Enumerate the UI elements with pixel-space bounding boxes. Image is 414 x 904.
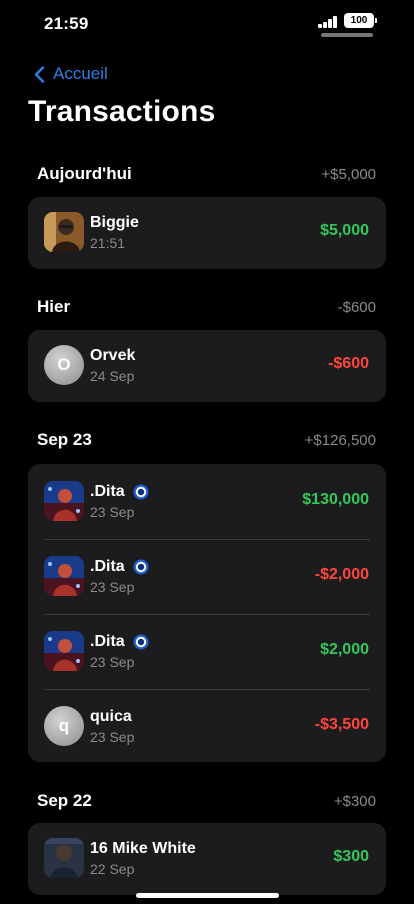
back-label: Accueil [53, 64, 108, 83]
transaction-row[interactable]: .Dita 23 Sep $2,000 [28, 614, 386, 689]
section-title: Hier [37, 297, 71, 316]
contact-name: 16 Mike White [90, 840, 196, 857]
transaction-date: 24 Sep [90, 368, 135, 384]
signal-icon [318, 16, 340, 28]
verified-badge-icon [133, 634, 149, 650]
transaction-row[interactable]: O Orvek 24 Sep -$600 [28, 328, 386, 403]
transaction-row[interactable]: Biggie 21:51 $5,000 [28, 195, 386, 270]
transaction-date: 23 Sep [90, 729, 135, 745]
contact-name: Orvek [90, 347, 136, 364]
section-total: +$126,500 [304, 431, 376, 449]
verified-badge-icon [133, 559, 149, 575]
name-line: .Dita [90, 633, 149, 651]
transaction-date: 21:51 [90, 235, 126, 251]
transaction-amount: $130,000 [302, 491, 369, 508]
contact-name: .Dita [90, 633, 125, 650]
page-title: Transactions [28, 95, 216, 128]
battery-tip [375, 18, 377, 23]
transaction-row[interactable]: .Dita 23 Sep $130,000 [28, 464, 386, 539]
avatar [44, 631, 84, 671]
transaction-row[interactable]: q quica 23 Sep -$3,500 [28, 689, 386, 764]
transaction-amount: -$3,500 [314, 716, 369, 733]
section-title: Aujourd'hui [37, 164, 132, 183]
transaction-card: 16 Mike White 22 Sep $300 [28, 823, 386, 895]
transaction-date: 23 Sep [90, 654, 135, 670]
transaction-date: 23 Sep [90, 504, 135, 520]
name-line: .Dita [90, 558, 149, 576]
transaction-row[interactable]: .Dita 23 Sep -$2,000 [28, 539, 386, 614]
avatar: O [44, 345, 84, 385]
name-line: Orvek [90, 347, 135, 365]
section-total: -$600 [337, 298, 376, 316]
name-line: 16 Mike White [90, 840, 196, 858]
transaction-card: Biggie 21:51 $5,000 [28, 197, 386, 269]
chevron-left-icon [34, 65, 45, 83]
status-bar: 21:59 100 [0, 0, 414, 44]
section-header: Sep 22 +$300 [37, 789, 376, 813]
contact-name: .Dita [90, 558, 125, 575]
avatar [44, 838, 84, 878]
home-indicator[interactable] [136, 893, 279, 898]
name-line: quica [90, 708, 132, 726]
transaction-amount: $2,000 [320, 641, 369, 658]
verified-badge-icon [133, 484, 149, 500]
contact-name: quica [90, 708, 132, 725]
name-line: Biggie [90, 214, 139, 232]
contact-name: Biggie [90, 214, 139, 231]
transaction-date: 23 Sep [90, 579, 135, 595]
battery-icon: 100 [344, 13, 374, 28]
name-line: .Dita [90, 483, 149, 501]
transaction-amount: $5,000 [320, 222, 369, 239]
section-header: Hier -$600 [37, 295, 376, 319]
transaction-amount: $300 [333, 848, 369, 865]
section-total: +$300 [333, 792, 376, 810]
back-button[interactable]: Accueil [34, 64, 108, 84]
transaction-amount: -$600 [328, 355, 369, 372]
transaction-amount: -$2,000 [314, 566, 369, 583]
section-total: +$5,000 [321, 165, 376, 183]
avatar [44, 481, 84, 521]
contact-name: .Dita [90, 483, 125, 500]
avatar: q [44, 706, 84, 746]
top-bar-indicator [321, 33, 373, 37]
clock: 21:59 [44, 14, 89, 33]
section-title: Sep 22 [37, 791, 92, 810]
transaction-card: .Dita 23 Sep $130,000 .Dita 23 Sep -$2,000 .Di… [28, 464, 386, 762]
transaction-date: 22 Sep [90, 861, 135, 877]
section-title: Sep 23 [37, 430, 92, 449]
avatar [44, 556, 84, 596]
transaction-row[interactable]: 16 Mike White 22 Sep $300 [28, 821, 386, 896]
section-header: Aujourd'hui +$5,000 [37, 162, 376, 186]
avatar [44, 212, 84, 252]
transaction-card: O Orvek 24 Sep -$600 [28, 330, 386, 402]
section-header: Sep 23 +$126,500 [37, 428, 376, 452]
